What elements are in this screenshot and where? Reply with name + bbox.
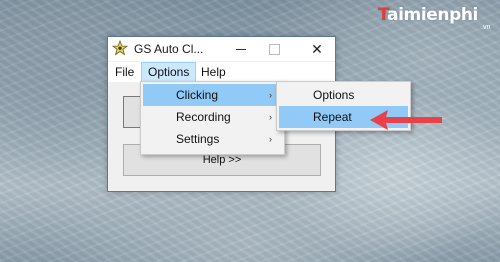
close-button[interactable]: ✕ <box>301 37 333 61</box>
menu-item-recording-label: Recording <box>176 110 231 124</box>
maximize-icon <box>269 44 280 55</box>
red-arrow-icon <box>370 110 442 130</box>
menu-item-recording[interactable]: Recording › <box>143 106 282 128</box>
menu-options[interactable]: Options <box>141 62 197 82</box>
desktop-background: Taimienphi .vn GS Auto Cl... ✕ File Opti… <box>0 0 500 262</box>
menu-bar: File Options Help <box>108 62 335 82</box>
watermark-logo-text: aimienphi <box>387 5 478 25</box>
watermark-domain: .vn <box>481 24 491 31</box>
menu-item-clicking[interactable]: Clicking › <box>143 84 282 106</box>
watermark-logo: Taimienphi <box>378 5 496 27</box>
menu-file[interactable]: File <box>109 62 140 82</box>
window-title: GS Auto Cl... <box>134 42 204 56</box>
title-bar[interactable]: GS Auto Cl... ✕ <box>108 37 335 61</box>
star-icon <box>112 40 128 56</box>
submenu-item-options[interactable]: Options <box>279 84 408 106</box>
menu-item-settings-label: Settings <box>176 132 220 146</box>
menu-item-clicking-label: Clicking <box>176 88 219 102</box>
minimize-button[interactable] <box>225 37 257 61</box>
menu-item-settings[interactable]: Settings › <box>143 128 282 150</box>
chevron-right-icon: › <box>269 134 272 144</box>
close-icon: ✕ <box>311 41 323 57</box>
watermark-logo-initial: T <box>378 5 388 25</box>
chevron-right-icon: › <box>269 112 272 122</box>
minimize-icon <box>236 49 246 50</box>
maximize-button[interactable] <box>257 37 289 61</box>
menu-help[interactable]: Help <box>195 62 232 82</box>
chevron-right-icon: › <box>269 90 272 100</box>
options-dropdown-menu: Clicking › Recording › Settings › <box>140 81 285 155</box>
taimienphi-watermark: Taimienphi .vn <box>378 2 498 34</box>
